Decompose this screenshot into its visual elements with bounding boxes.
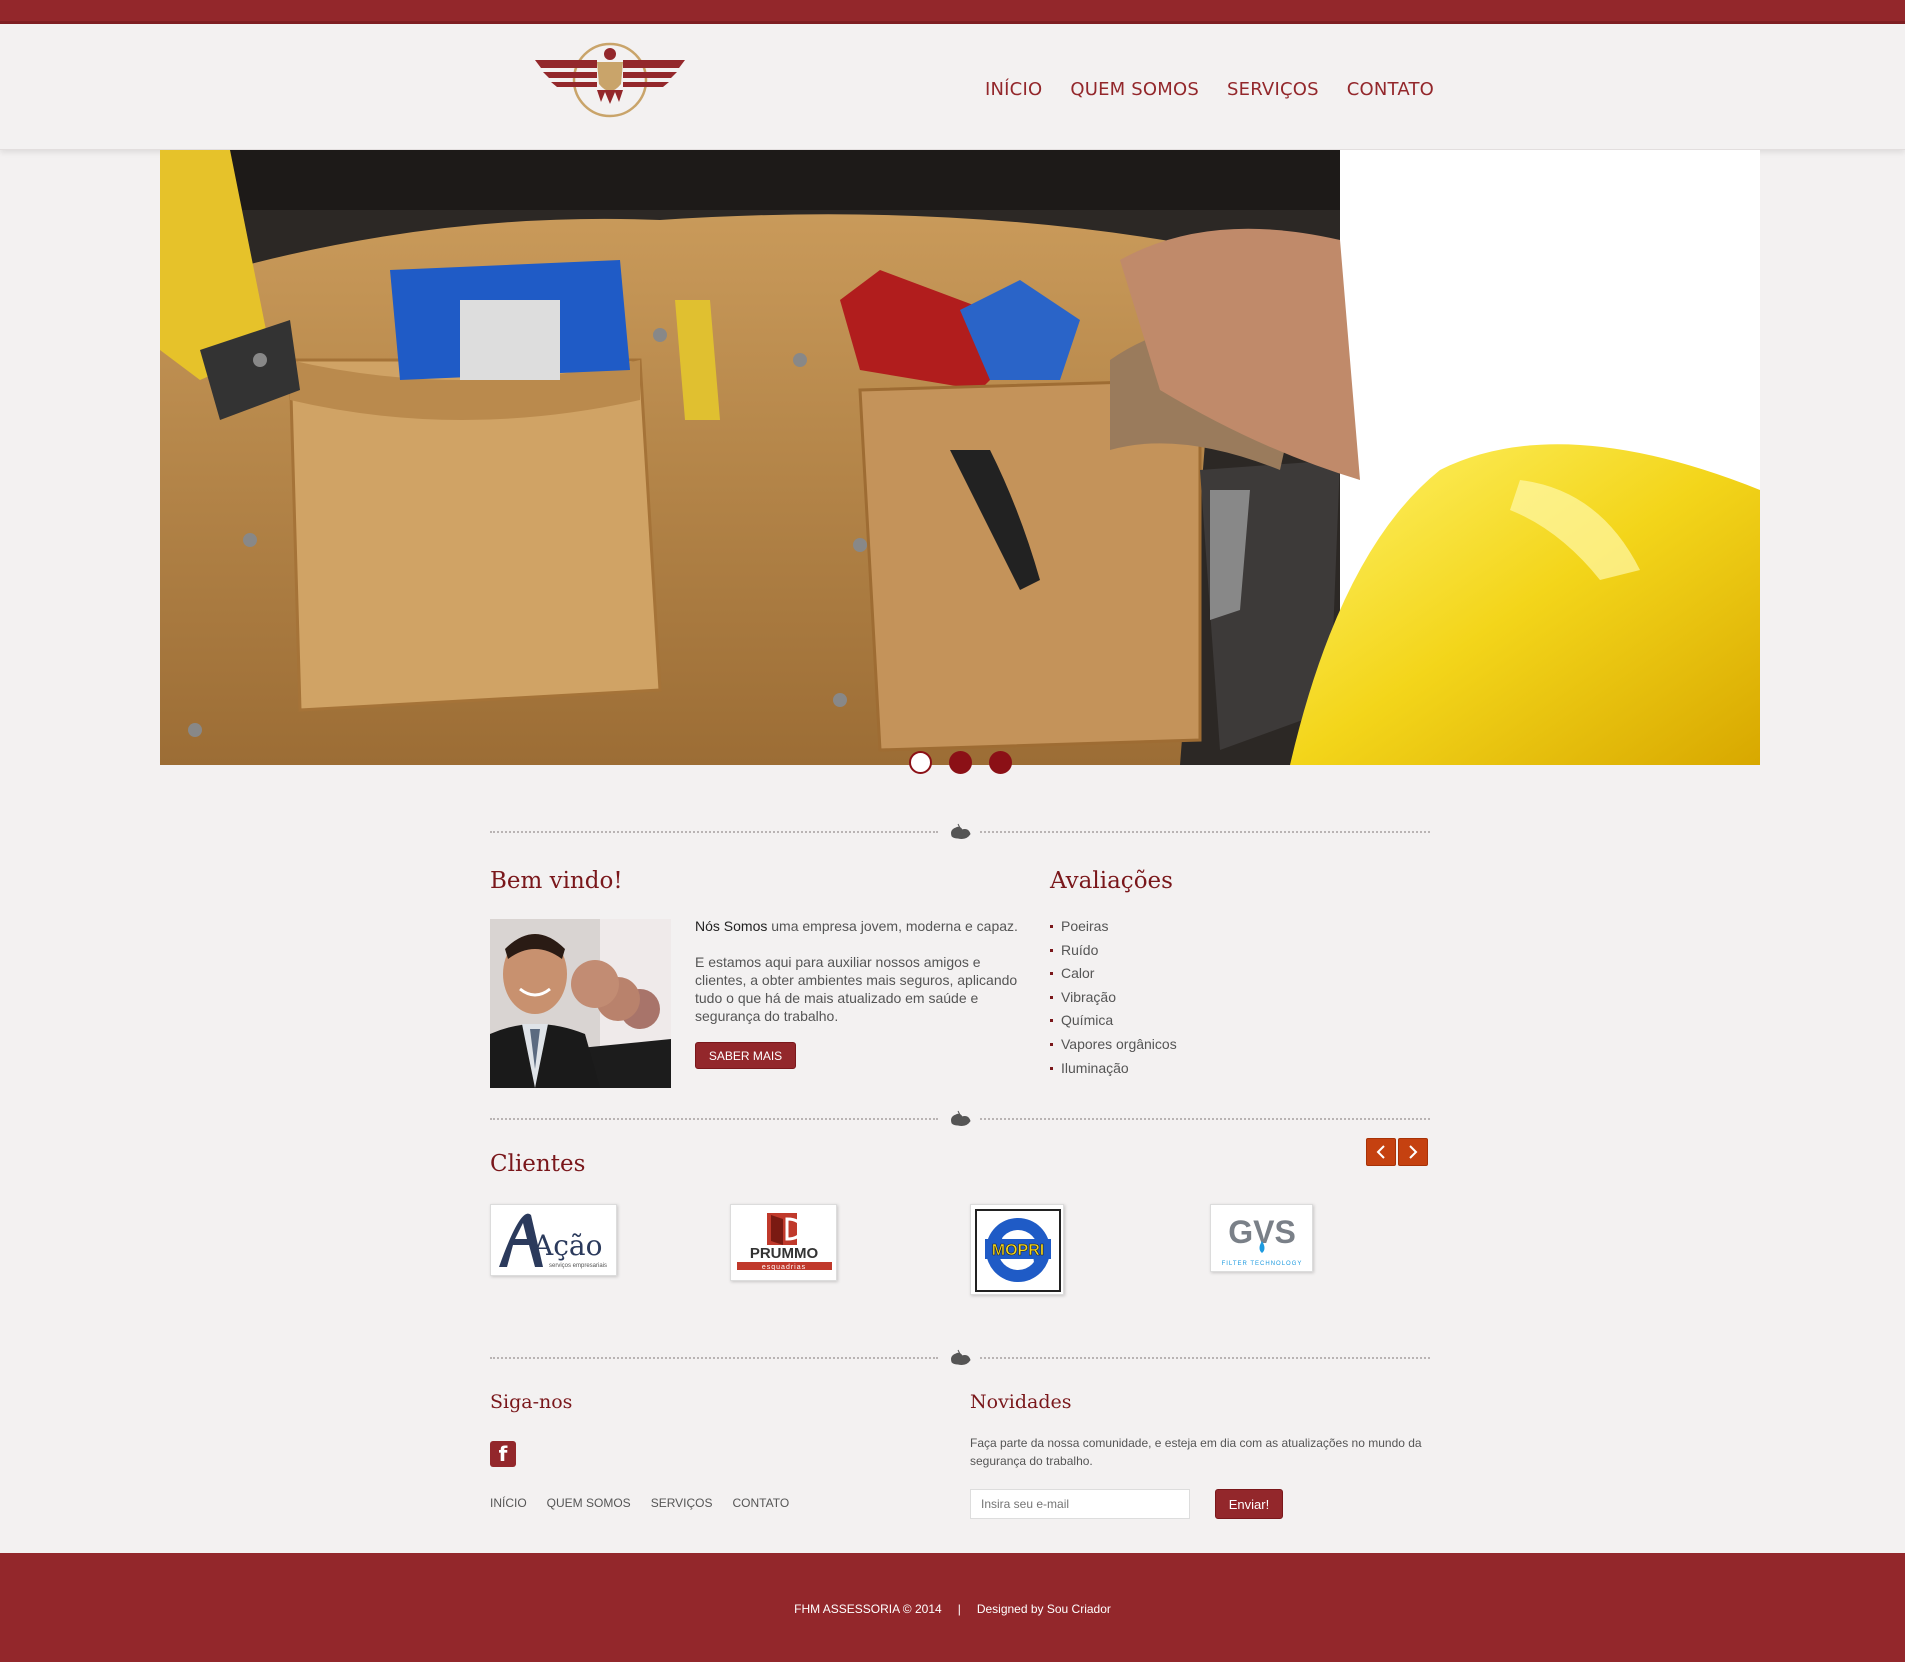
saber-mais-button[interactable]: SABER MAIS xyxy=(695,1042,796,1069)
client-logo-gvs[interactable]: GVS FILTER TECHNOLOGY xyxy=(1210,1204,1313,1272)
mopri-logo-text: MOPRI xyxy=(992,1242,1044,1259)
designed-by-link[interactable]: Designed by Sou Criador xyxy=(977,1602,1111,1616)
section-divider xyxy=(490,822,1430,842)
welcome-intro: uma empresa jovem, moderna e capaz. xyxy=(767,918,1018,934)
slider-dot-2[interactable] xyxy=(949,751,972,774)
avaliacoes-list: Poeiras Ruído Calor Vibração Química Vap… xyxy=(1050,917,1177,1082)
footer-link-servicos[interactable]: SERVIÇOS xyxy=(651,1496,713,1510)
chevron-left-icon xyxy=(1376,1145,1385,1159)
footer-nav: INÍCIO QUEM SOMOS SERVIÇOS CONTATO xyxy=(490,1496,809,1510)
carousel-prev-button[interactable] xyxy=(1366,1138,1396,1166)
siga-title: Siga-nos xyxy=(490,1391,573,1413)
acao-logo-subtitle: serviços empresariais xyxy=(549,1263,607,1269)
section-divider xyxy=(490,1109,1430,1129)
slider-dot-3[interactable] xyxy=(989,751,1012,774)
acao-logo-text: Ação xyxy=(532,1229,602,1262)
list-item: Iluminação xyxy=(1050,1059,1177,1083)
client-logo-acao[interactable]: Ação serviços empresariais xyxy=(490,1204,617,1276)
novidades-text: Faça parte da nossa comunidade, e esteja… xyxy=(970,1436,1422,1468)
header: INÍCIO QUEM SOMOS SERVIÇOS CONTATO xyxy=(0,24,1905,150)
list-item: Vibração xyxy=(1050,988,1177,1012)
chevron-right-icon xyxy=(1409,1145,1418,1159)
divider-ornament-icon xyxy=(951,823,971,839)
list-item: Ruído xyxy=(1050,941,1177,965)
welcome-text: Nós Somos uma empresa jovem, moderna e c… xyxy=(695,917,1030,1025)
gvs-logo-subtitle: FILTER TECHNOLOGY xyxy=(1222,1261,1303,1267)
client-logo-mopri[interactable]: MOPRI xyxy=(970,1204,1064,1295)
team-photo xyxy=(490,919,671,1088)
prummo-logo-text: PRUMMO xyxy=(750,1245,819,1262)
list-item: Química xyxy=(1050,1011,1177,1035)
enviar-button[interactable]: Enviar! xyxy=(1215,1489,1283,1519)
footer-separator: | xyxy=(957,1602,961,1616)
section-divider xyxy=(490,1348,1430,1368)
nav-inicio[interactable]: INÍCIO xyxy=(985,79,1042,100)
footer-link-quem-somos[interactable]: QUEM SOMOS xyxy=(547,1496,631,1510)
welcome-intro-strong: Nós Somos xyxy=(695,918,768,934)
divider-ornament-icon xyxy=(951,1110,971,1126)
divider-ornament-icon xyxy=(951,1349,971,1365)
prummo-logo-subtitle: esquadrias xyxy=(762,1264,806,1271)
slider-dot-1[interactable] xyxy=(909,751,932,774)
novidades-title: Novidades xyxy=(970,1391,1072,1413)
list-item: Calor xyxy=(1050,964,1177,988)
footer-link-contato[interactable]: CONTATO xyxy=(733,1496,790,1510)
facebook-icon[interactable]: f xyxy=(490,1441,516,1467)
top-bar xyxy=(0,0,1905,24)
nav-contato[interactable]: CONTATO xyxy=(1347,79,1434,100)
copyright-text: FHM ASSESSORIA © 2014 xyxy=(794,1602,942,1616)
welcome-body: E estamos aqui para auxiliar nossos amig… xyxy=(695,954,1018,1024)
list-item: Vapores orgânicos xyxy=(1050,1035,1177,1059)
footer: FHM ASSESSORIA © 2014 | Designed by Sou Cr… xyxy=(0,1553,1905,1662)
slider-dots xyxy=(909,751,1012,774)
hero-image-tool-belt xyxy=(160,150,1760,765)
footer-link-inicio[interactable]: INÍCIO xyxy=(490,1496,527,1510)
nav-quem-somos[interactable]: QUEM SOMOS xyxy=(1070,79,1199,100)
carousel-next-button[interactable] xyxy=(1398,1138,1428,1166)
email-field[interactable] xyxy=(970,1489,1190,1519)
hero-slider[interactable] xyxy=(160,150,1760,765)
nav-servicos[interactable]: SERVIÇOS xyxy=(1227,79,1319,100)
clientes-title: Clientes xyxy=(490,1151,586,1177)
list-item: Poeiras xyxy=(1050,917,1177,941)
eagle-logo[interactable] xyxy=(535,40,685,124)
avaliacoes-title: Avaliações xyxy=(1050,868,1173,894)
main-nav: INÍCIO QUEM SOMOS SERVIÇOS CONTATO xyxy=(985,79,1462,100)
welcome-title: Bem vindo! xyxy=(490,868,623,894)
client-logo-prummo[interactable]: PRUMMO esquadrias xyxy=(730,1204,837,1281)
